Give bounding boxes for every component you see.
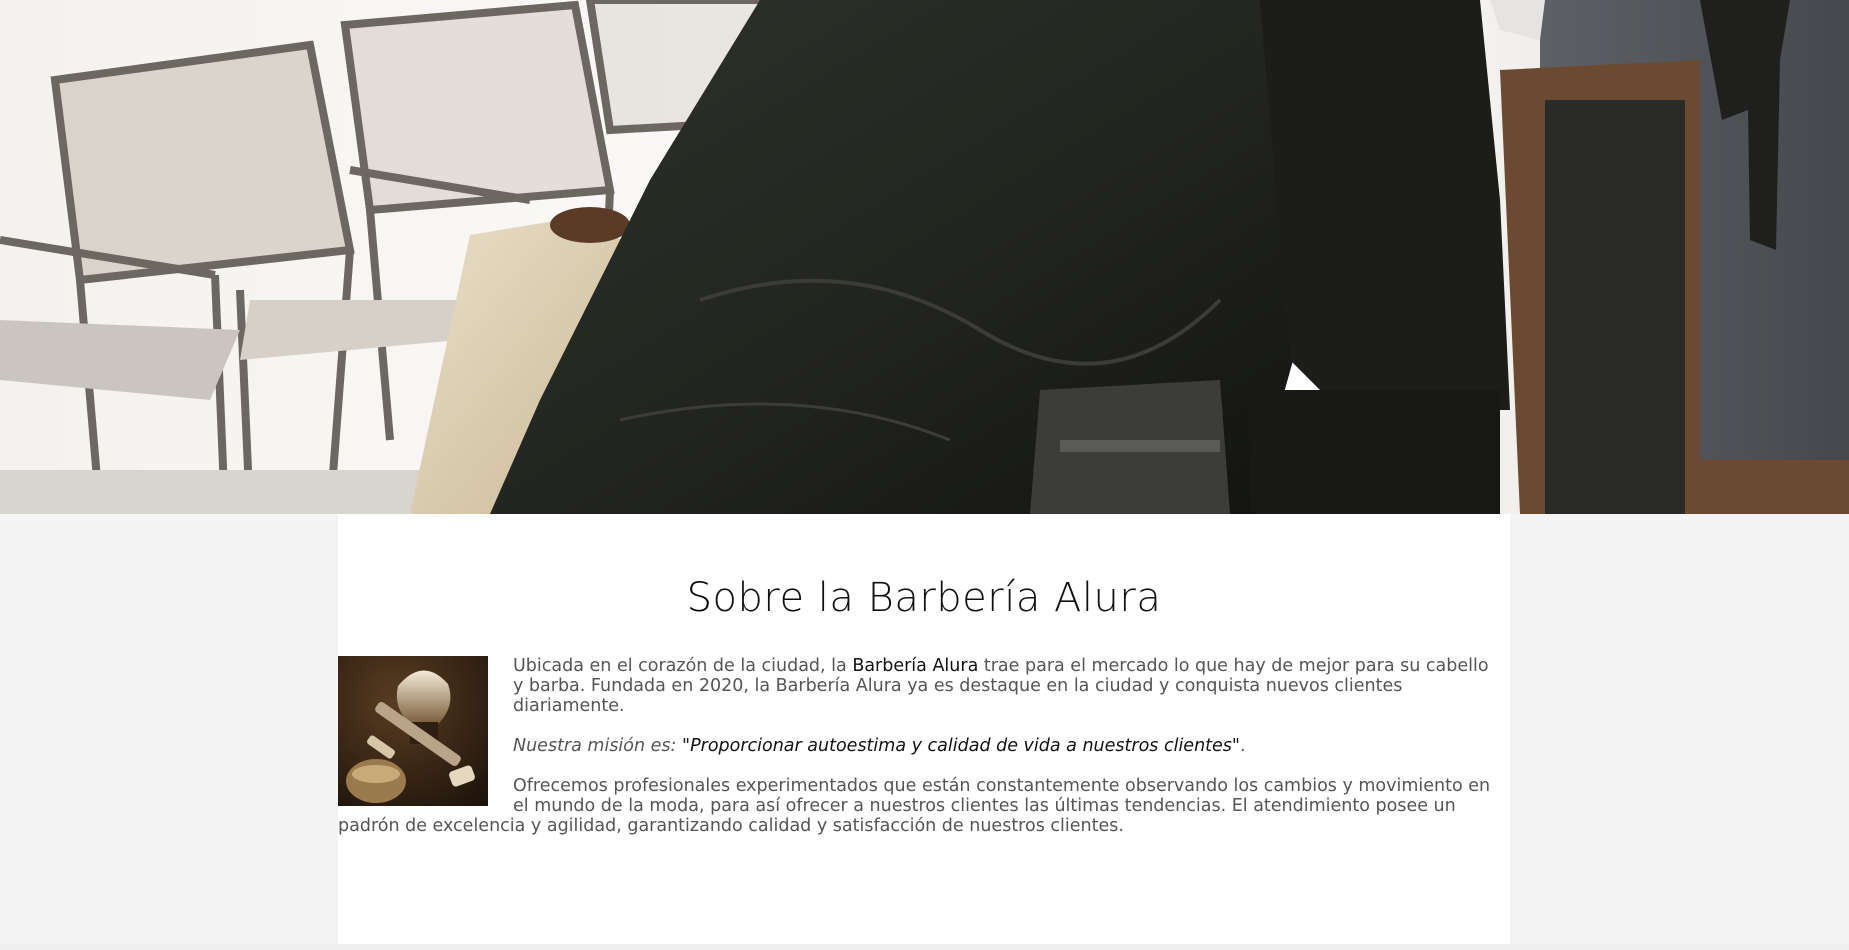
footer-edge xyxy=(0,944,1849,950)
about-body: Ubicada en el corazón de la ciudad, la B… xyxy=(338,656,1492,856)
shaving-brush-image xyxy=(338,656,488,806)
about-paragraph-location: Ubicada en el corazón de la ciudad, la B… xyxy=(338,656,1492,716)
about-title: Sobre la Barbería Alura xyxy=(338,574,1510,622)
mission-lead: Nuestra misión es: xyxy=(513,736,683,756)
mission-quote: "Proporcionar autoestima y calidad de vi… xyxy=(682,736,1240,756)
about-p1-before: Ubicada en el corazón de la ciudad, la xyxy=(513,656,853,676)
about-title-rest: obre la Barbería Alura xyxy=(712,575,1162,621)
brand-name: Barbería Alura xyxy=(852,656,979,676)
banner-illustration xyxy=(0,0,1849,514)
about-paragraph-mission: Nuestra misión es: "Proporcionar autoest… xyxy=(338,736,1492,756)
about-title-first-letter: S xyxy=(686,575,713,621)
hero-banner-image xyxy=(0,0,1849,514)
about-section: Sobre la Barbería Alura Ubicada en el co… xyxy=(338,514,1510,950)
about-paragraph-professionals: Ofrecemos profesionales experimentados q… xyxy=(338,776,1491,836)
mission-end: . xyxy=(1239,736,1246,756)
page: Sobre la Barbería Alura Ubicada en el co… xyxy=(0,0,1849,950)
